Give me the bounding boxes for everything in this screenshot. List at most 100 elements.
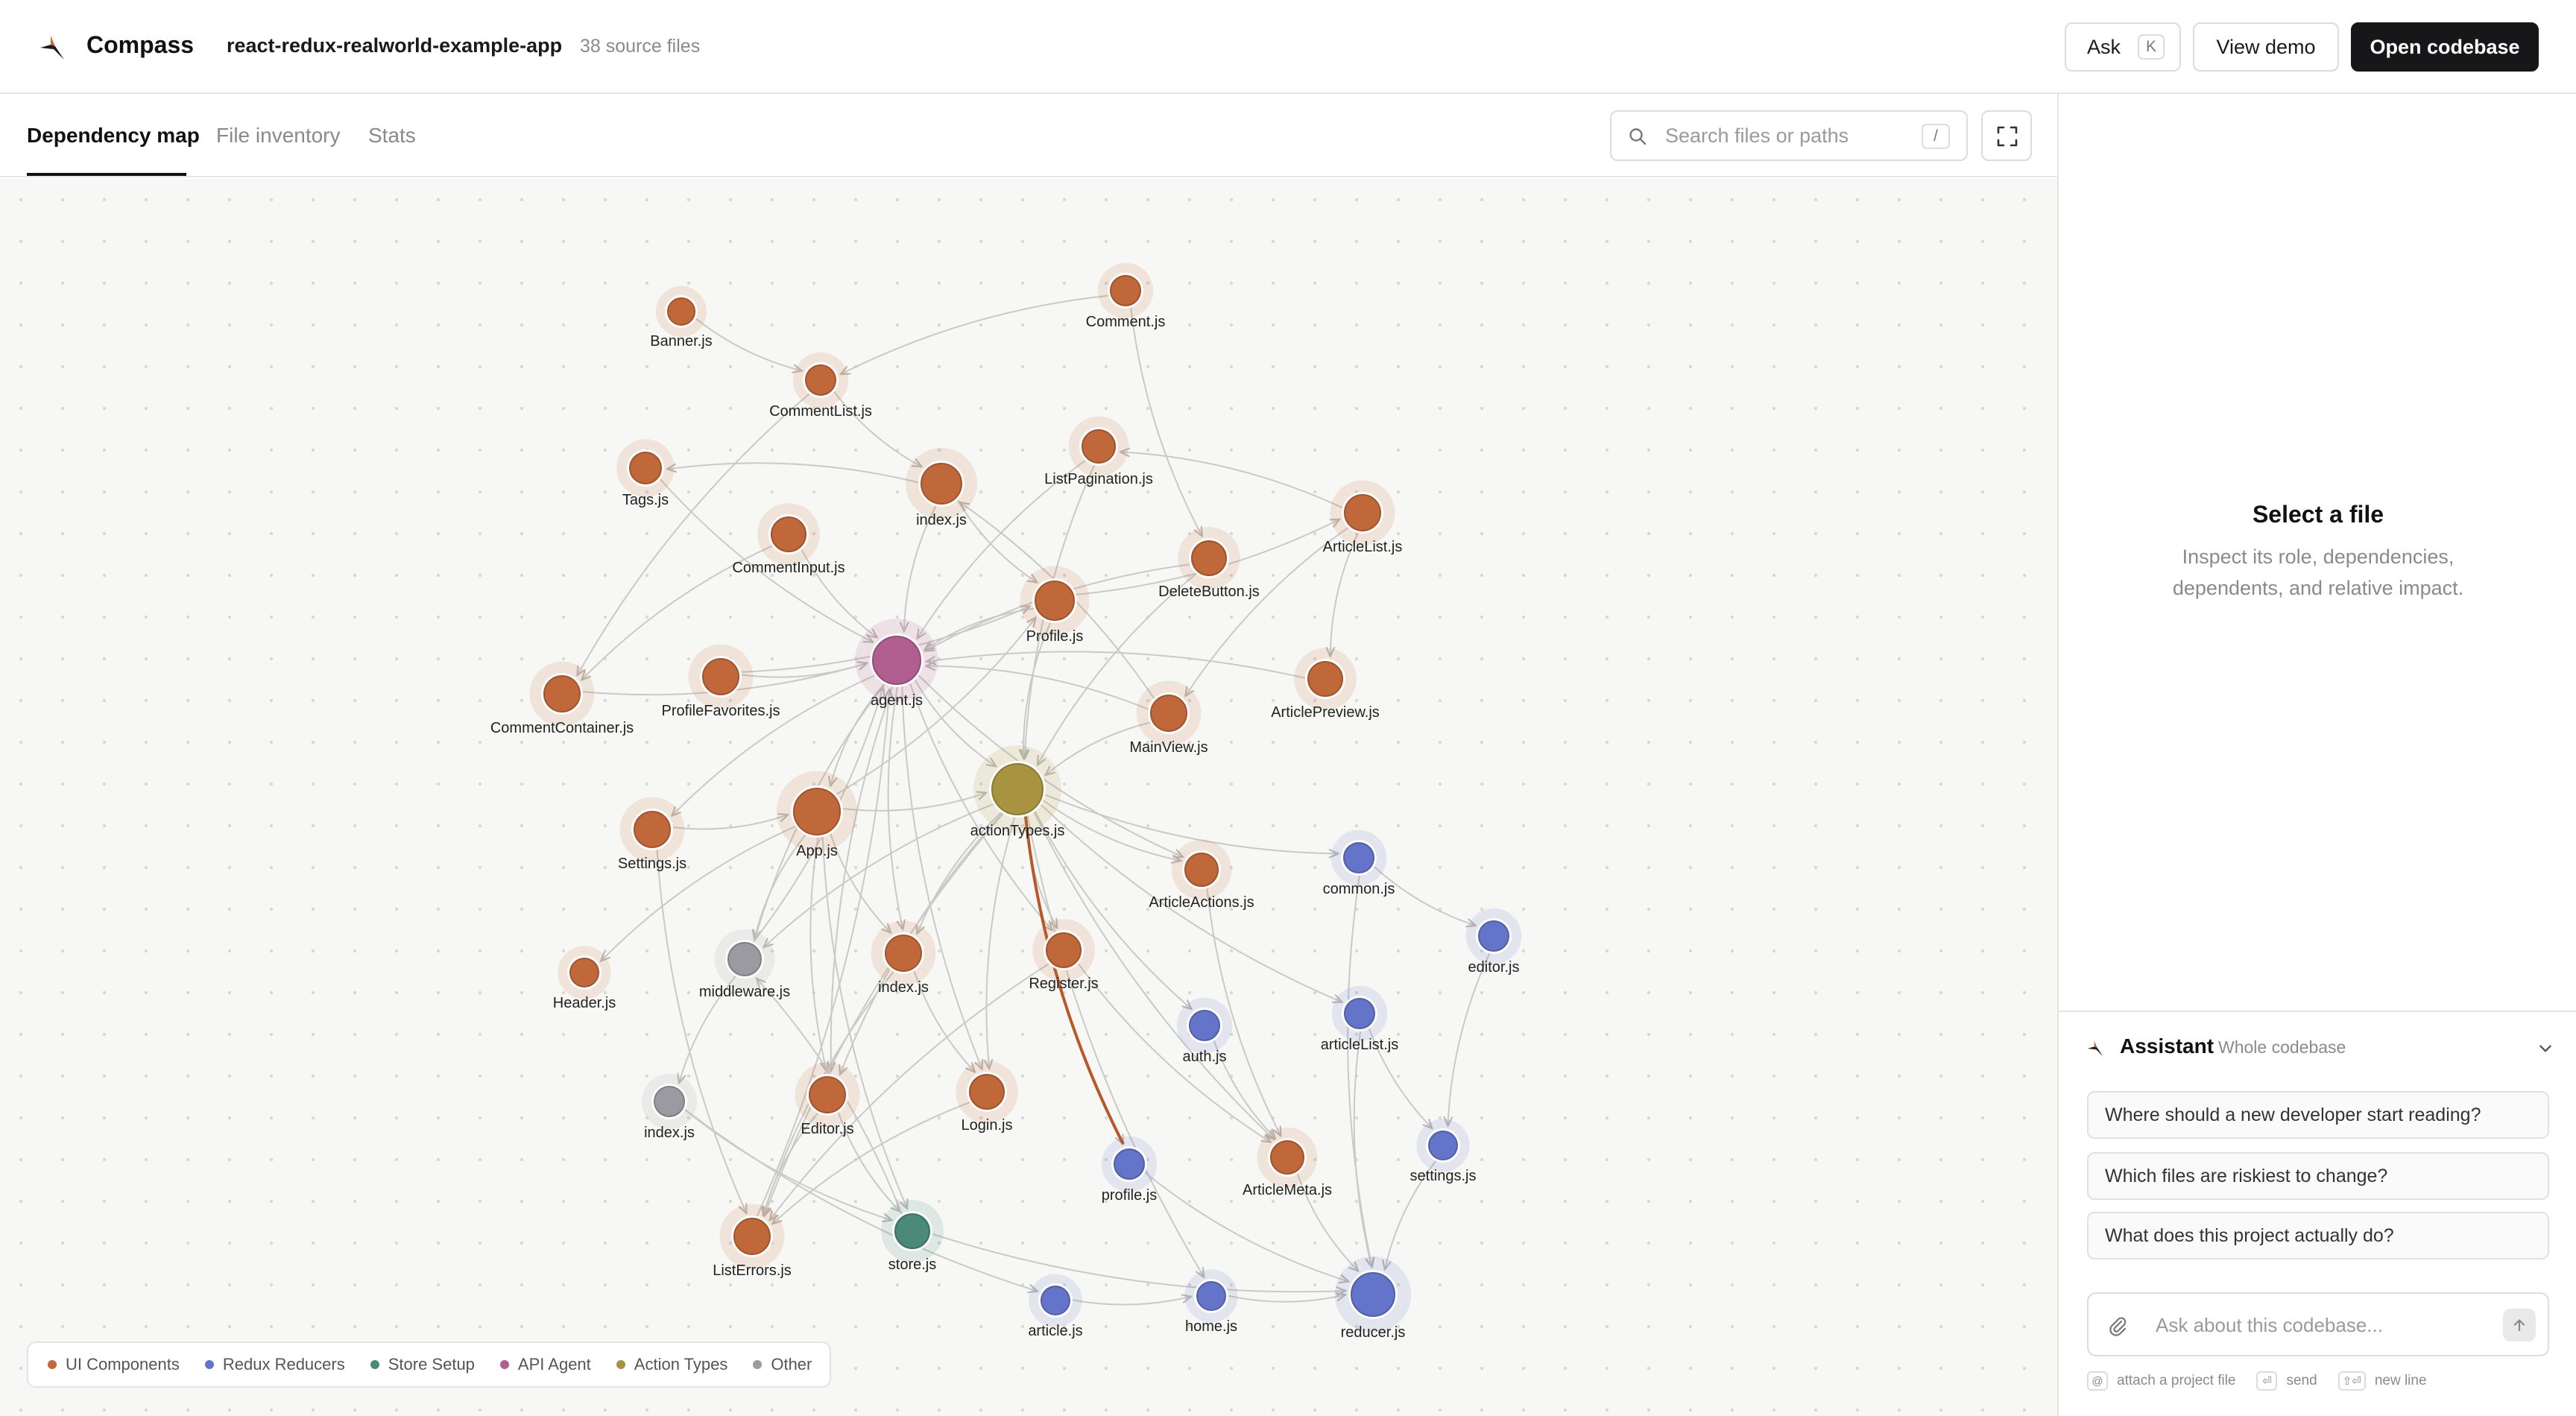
graph-node[interactable]: Tags.js xyxy=(616,439,675,508)
chevron-down-icon[interactable] xyxy=(2537,1040,2554,1057)
dependency-map-canvas[interactable]: Banner.js Comment.js CommentList.js Tags.js… xyxy=(0,179,2057,1416)
graph-node[interactable]: store.js xyxy=(881,1200,944,1273)
node-circle[interactable] xyxy=(569,958,599,987)
node-circle[interactable] xyxy=(1191,540,1227,576)
graph-node[interactable]: CommentList.js xyxy=(769,352,872,420)
assistant-logo-icon xyxy=(2087,1040,2103,1057)
graph-node[interactable]: auth.js xyxy=(1176,997,1233,1065)
search-box[interactable]: / xyxy=(1610,110,1968,161)
graph-node[interactable]: settings.js xyxy=(1410,1119,1477,1184)
node-circle[interactable] xyxy=(1478,920,1509,952)
node-circle[interactable] xyxy=(1351,1272,1395,1317)
legend-dot xyxy=(370,1360,379,1369)
graph-node[interactable]: ListPagination.js xyxy=(1044,416,1153,487)
graph-node[interactable]: ArticlePreview.js xyxy=(1271,648,1380,721)
graph-node[interactable]: reducer.js xyxy=(1334,1256,1412,1341)
graph-node[interactable]: actionTypes.js xyxy=(970,745,1065,839)
graph-node[interactable]: article.js xyxy=(1028,1274,1083,1339)
node-circle[interactable] xyxy=(1270,1140,1304,1175)
node-circle[interactable] xyxy=(1344,494,1381,531)
tab-dependency-map[interactable]: Dependency map xyxy=(27,124,200,148)
node-circle[interactable] xyxy=(1046,932,1082,968)
node-circle[interactable] xyxy=(1035,581,1075,621)
send-button[interactable] xyxy=(2503,1309,2536,1341)
graph-node[interactable]: CommentInput.js xyxy=(732,503,845,576)
chat-input-box[interactable] xyxy=(2087,1292,2549,1356)
expand-icon xyxy=(1997,126,2018,147)
node-circle[interactable] xyxy=(885,935,922,972)
graph-node[interactable]: ArticleMeta.js xyxy=(1243,1127,1332,1198)
tab-stats[interactable]: Stats xyxy=(368,124,416,148)
graph-node[interactable]: home.js xyxy=(1184,1269,1238,1335)
node-circle[interactable] xyxy=(654,1086,685,1117)
node-circle[interactable] xyxy=(921,463,962,505)
node-circle[interactable] xyxy=(805,364,836,396)
graph-node[interactable]: profile.js xyxy=(1102,1136,1157,1204)
graph-node[interactable]: CommentContainer.js xyxy=(490,661,634,736)
suggestion-chip[interactable]: What does this project actually do? xyxy=(2087,1212,2549,1259)
node-circle[interactable] xyxy=(702,658,739,695)
graph-node[interactable]: ArticleActions.js xyxy=(1149,839,1254,911)
node-circle[interactable] xyxy=(1110,275,1141,306)
suggestion-chip[interactable]: Where should a new developer start readi… xyxy=(2087,1091,2549,1139)
graph-node[interactable]: agent.js xyxy=(855,619,938,709)
node-circle[interactable] xyxy=(793,788,841,835)
ask-button[interactable]: Ask K xyxy=(2065,22,2181,72)
search-input[interactable] xyxy=(1664,121,1887,151)
legend-item: Other xyxy=(753,1355,812,1374)
graph-node[interactable]: ListErrors.js xyxy=(713,1204,792,1279)
graph-node[interactable]: ArticleList.js xyxy=(1323,480,1403,555)
node-circle[interactable] xyxy=(894,1213,930,1249)
fullscreen-button[interactable] xyxy=(1981,110,2032,161)
node-circle[interactable] xyxy=(543,675,581,712)
open-codebase-button[interactable]: Open codebase xyxy=(2351,22,2539,72)
node-circle[interactable] xyxy=(1150,695,1187,732)
graph-node[interactable]: Banner.js xyxy=(650,285,713,350)
node-circle[interactable] xyxy=(771,516,806,552)
graph-node[interactable]: editor.js xyxy=(1465,908,1522,976)
node-circle[interactable] xyxy=(872,636,921,685)
node-circle[interactable] xyxy=(1196,1281,1226,1311)
node-circle[interactable] xyxy=(634,811,671,848)
graph-node[interactable]: Editor.js xyxy=(795,1062,860,1137)
graph-node[interactable]: index.js xyxy=(871,920,936,996)
tab-file-inventory[interactable]: File inventory xyxy=(216,124,341,148)
node-circle[interactable] xyxy=(969,1074,1005,1110)
graph-node[interactable]: index.js xyxy=(905,447,978,528)
dependency-graph[interactable]: Banner.js Comment.js CommentList.js Tags.js… xyxy=(0,179,2057,1416)
graph-node[interactable]: ProfileFavorites.js xyxy=(662,644,780,719)
graph-node[interactable]: common.js xyxy=(1323,829,1395,897)
chat-input[interactable] xyxy=(2154,1310,2475,1340)
node-label: article.js xyxy=(1028,1323,1082,1339)
view-demo-button[interactable]: View demo xyxy=(2193,22,2339,72)
node-label: App.js xyxy=(796,843,838,859)
node-circle[interactable] xyxy=(733,1218,771,1255)
node-circle[interactable] xyxy=(1189,1010,1220,1041)
suggestion-chip[interactable]: Which files are riskiest to change? xyxy=(2087,1152,2549,1200)
graph-node[interactable]: Profile.js xyxy=(1020,566,1090,645)
node-circle[interactable] xyxy=(1114,1148,1145,1180)
graph-node[interactable]: middleware.js xyxy=(699,929,790,1000)
node-circle[interactable] xyxy=(667,297,695,326)
node-circle[interactable] xyxy=(1307,661,1343,697)
node-circle[interactable] xyxy=(1344,998,1375,1029)
node-circle[interactable] xyxy=(1343,842,1374,873)
graph-node[interactable]: DeleteButton.js xyxy=(1158,527,1260,600)
graph-node[interactable]: Register.js xyxy=(1029,919,1099,992)
node-circle[interactable] xyxy=(1428,1131,1458,1160)
paperclip-icon[interactable] xyxy=(2106,1315,2129,1337)
graph-node[interactable]: Login.js xyxy=(956,1061,1018,1134)
node-circle[interactable] xyxy=(991,763,1044,815)
graph-node[interactable]: Settings.js xyxy=(618,797,686,872)
node-circle[interactable] xyxy=(1041,1286,1070,1315)
node-circle[interactable] xyxy=(727,942,762,976)
graph-node[interactable]: MainView.js xyxy=(1129,680,1208,756)
node-circle[interactable] xyxy=(629,452,662,484)
node-circle[interactable] xyxy=(809,1076,846,1113)
graph-node[interactable]: articleList.js xyxy=(1321,985,1398,1053)
node-label: index.js xyxy=(644,1125,695,1141)
node-circle[interactable] xyxy=(1184,853,1219,887)
node-label: common.js xyxy=(1323,881,1395,897)
graph-node[interactable]: index.js xyxy=(641,1073,698,1141)
node-circle[interactable] xyxy=(1082,429,1116,464)
